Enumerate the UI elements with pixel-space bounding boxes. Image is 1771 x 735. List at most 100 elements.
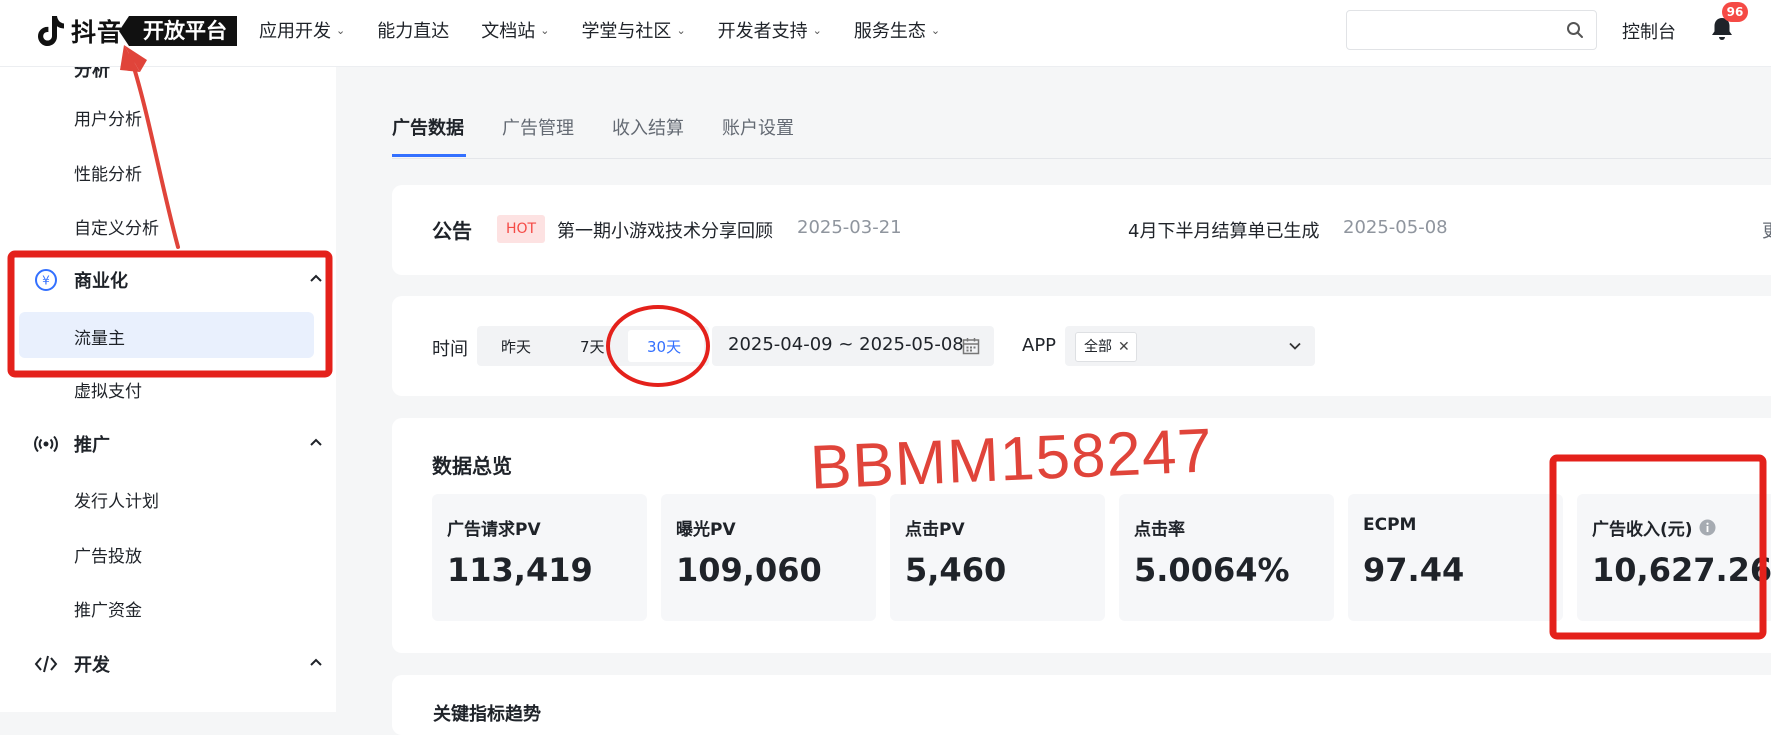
- calendar-icon: [962, 338, 980, 355]
- date-range-value: 2025-04-09 ~ 2025-05-08: [728, 334, 964, 355]
- chevron-down-icon: ⌄: [540, 23, 550, 37]
- metric-ad-revenue: 广告收入(元) 10,627.26: [1577, 494, 1771, 621]
- code-icon: [34, 652, 58, 676]
- tab-ad-data[interactable]: 广告数据: [392, 114, 464, 140]
- notice-date-2: 2025-05-08: [1343, 217, 1448, 238]
- douyin-note-icon: [38, 16, 64, 46]
- range-30-days[interactable]: 30天: [647, 336, 681, 357]
- filter-card: 时间 昨天 7天 30天 2025-04-09 ~ 2025-05-08 APP…: [392, 296, 1771, 396]
- metric-label: 点击PV: [905, 520, 965, 540]
- close-icon[interactable]: ✕: [1118, 333, 1130, 361]
- chevron-up-icon: [310, 274, 322, 282]
- nav-label: 文档站: [481, 21, 536, 42]
- metric-click-rate: 点击率 5.0064%: [1119, 494, 1334, 621]
- nav-label: 能力直达: [377, 21, 450, 42]
- notice-link-2[interactable]: 4月下半月结算单已生成: [1128, 217, 1319, 243]
- metric-label: 广告收入(元): [1592, 520, 1693, 540]
- nav-service-ecosystem[interactable]: 服务生态 ⌄: [854, 17, 940, 43]
- chevron-down-icon: ⌄: [676, 23, 686, 37]
- metric-label: 曝光PV: [676, 520, 736, 540]
- active-tab-indicator: [392, 154, 466, 157]
- info-icon[interactable]: [1699, 519, 1716, 536]
- notification-count-badge: 96: [1722, 2, 1748, 22]
- metric-value: 109,060: [676, 551, 822, 589]
- tab-income-settlement[interactable]: 收入结算: [612, 114, 684, 140]
- sidebar-group-label: 开发: [74, 655, 110, 676]
- sidebar-item-publisher-plan[interactable]: 发行人计划: [74, 487, 159, 512]
- chevron-up-icon: [310, 658, 322, 666]
- nav-app-development[interactable]: 应用开发 ⌄: [259, 17, 345, 43]
- logo-text: 抖音: [71, 18, 124, 47]
- nav-label: 服务生态: [853, 21, 926, 42]
- more-link-partial[interactable]: 更: [1762, 217, 1771, 243]
- sidebar-item-traffic-owner[interactable]: 流量主: [74, 324, 125, 349]
- date-range-picker[interactable]: 2025-04-09 ~ 2025-05-08: [712, 326, 994, 366]
- sidebar-group-label: 推广: [74, 435, 110, 456]
- console-link[interactable]: 控制台: [1622, 18, 1676, 44]
- sidebar-item-promotion-funds[interactable]: 推广资金: [74, 596, 142, 621]
- notice-link-1[interactable]: 第一期小游戏技术分享回顾: [557, 217, 773, 243]
- chevron-down-icon: ⌄: [336, 23, 346, 37]
- top-navigation-bar: 抖音 开放平台 应用开发 ⌄ 能力直达 文档站 ⌄ 学堂与社区 ⌄ 开发者支持 ⌄ 服务…: [0, 0, 1771, 67]
- trend-title-partial: 关键指标趋势: [433, 704, 541, 725]
- sidebar-item-performance-analysis[interactable]: 性能分析: [74, 160, 142, 185]
- broadcast-icon: [34, 432, 58, 456]
- tab-ad-management[interactable]: 广告管理: [502, 114, 574, 140]
- nav-capability[interactable]: 能力直达: [377, 17, 449, 43]
- metric-value: 5,460: [905, 551, 1007, 589]
- overview-title: 数据总览: [432, 454, 512, 478]
- range-7-days[interactable]: 7天: [580, 336, 605, 357]
- chevron-up-icon: [310, 438, 322, 446]
- sidebar: 分析 用户分析 性能分析 自定义分析 ¥ 商业化 流量主 虚拟支付 推广 发行人…: [0, 66, 336, 712]
- search-input[interactable]: [1357, 11, 1561, 49]
- nav-developer-support[interactable]: 开发者支持 ⌄: [718, 17, 822, 43]
- sidebar-item-custom-analysis[interactable]: 自定义分析: [74, 214, 159, 239]
- tab-account-settings[interactable]: 账户设置: [722, 114, 794, 140]
- sidebar-active-highlight: [19, 312, 314, 358]
- sidebar-group-develop[interactable]: 开发: [34, 646, 324, 682]
- app-chip-all: 全部 ✕: [1075, 332, 1137, 362]
- douyin-open-platform-logo[interactable]: 抖音 开放平台: [35, 14, 238, 48]
- notice-date-1: 2025-03-21: [797, 217, 902, 238]
- nav-academy-community[interactable]: 学堂与社区 ⌄: [581, 17, 685, 43]
- metric-value: 97.44: [1363, 551, 1465, 589]
- nav-label: 应用开发: [259, 21, 331, 42]
- range-yesterday[interactable]: 昨天: [501, 336, 531, 357]
- time-label: 时间: [432, 339, 468, 360]
- metric-ad-request-pv: 广告请求PV 113,419: [432, 494, 647, 621]
- sidebar-group-commercial[interactable]: ¥ 商业化: [34, 262, 324, 298]
- sidebar-group-promotion[interactable]: 推广: [34, 426, 324, 462]
- notice-card: 公告 HOT 第一期小游戏技术分享回顾 2025-03-21 4月下半月结算单已…: [392, 185, 1771, 275]
- metric-label: ECPM: [1363, 515, 1417, 535]
- metric-ecpm: ECPM 97.44: [1348, 494, 1563, 621]
- tab-bar: 广告数据 广告管理 收入结算 账户设置: [392, 110, 1771, 159]
- main-nav: 应用开发 ⌄ 能力直达 文档站 ⌄ 学堂与社区 ⌄ 开发者支持 ⌄ 服务生态 ⌄: [259, 0, 972, 60]
- sidebar-group-label: 商业化: [74, 271, 128, 292]
- trend-card-partial: [392, 675, 1771, 735]
- metric-value: 113,419: [447, 551, 593, 589]
- svg-text:¥: ¥: [42, 274, 50, 288]
- sidebar-item-virtual-payment[interactable]: 虚拟支付: [74, 377, 142, 402]
- time-range-segmented: 昨天 7天 30天: [477, 326, 709, 366]
- sidebar-group-analysis-partial[interactable]: 分析: [74, 66, 110, 82]
- yen-circle-icon: ¥: [34, 268, 58, 292]
- app-select[interactable]: 全部 ✕: [1065, 326, 1315, 366]
- hot-badge: HOT: [497, 215, 546, 243]
- search-icon[interactable]: [1566, 21, 1584, 39]
- metric-label: 广告请求PV: [447, 520, 541, 540]
- chevron-down-icon: ⌄: [930, 23, 941, 37]
- chip-label: 全部: [1084, 339, 1112, 355]
- nav-label: 开发者支持: [717, 21, 808, 42]
- notice-title: 公告: [432, 219, 472, 243]
- metric-label-wrap: 广告收入(元): [1592, 515, 1716, 540]
- logo-badge: 开放平台: [119, 16, 238, 46]
- metric-value: 10,627.26: [1592, 551, 1771, 589]
- sidebar-item-user-analysis[interactable]: 用户分析: [74, 105, 142, 130]
- chevron-down-icon: ⌄: [812, 23, 822, 37]
- chevron-down-icon: [1289, 342, 1301, 350]
- metric-value: 5.0064%: [1134, 551, 1290, 589]
- nav-label: 学堂与社区: [581, 21, 672, 42]
- metric-exposure-pv: 曝光PV 109,060: [661, 494, 876, 621]
- sidebar-item-ad-delivery[interactable]: 广告投放: [74, 542, 142, 567]
- nav-docs[interactable]: 文档站 ⌄: [481, 17, 549, 43]
